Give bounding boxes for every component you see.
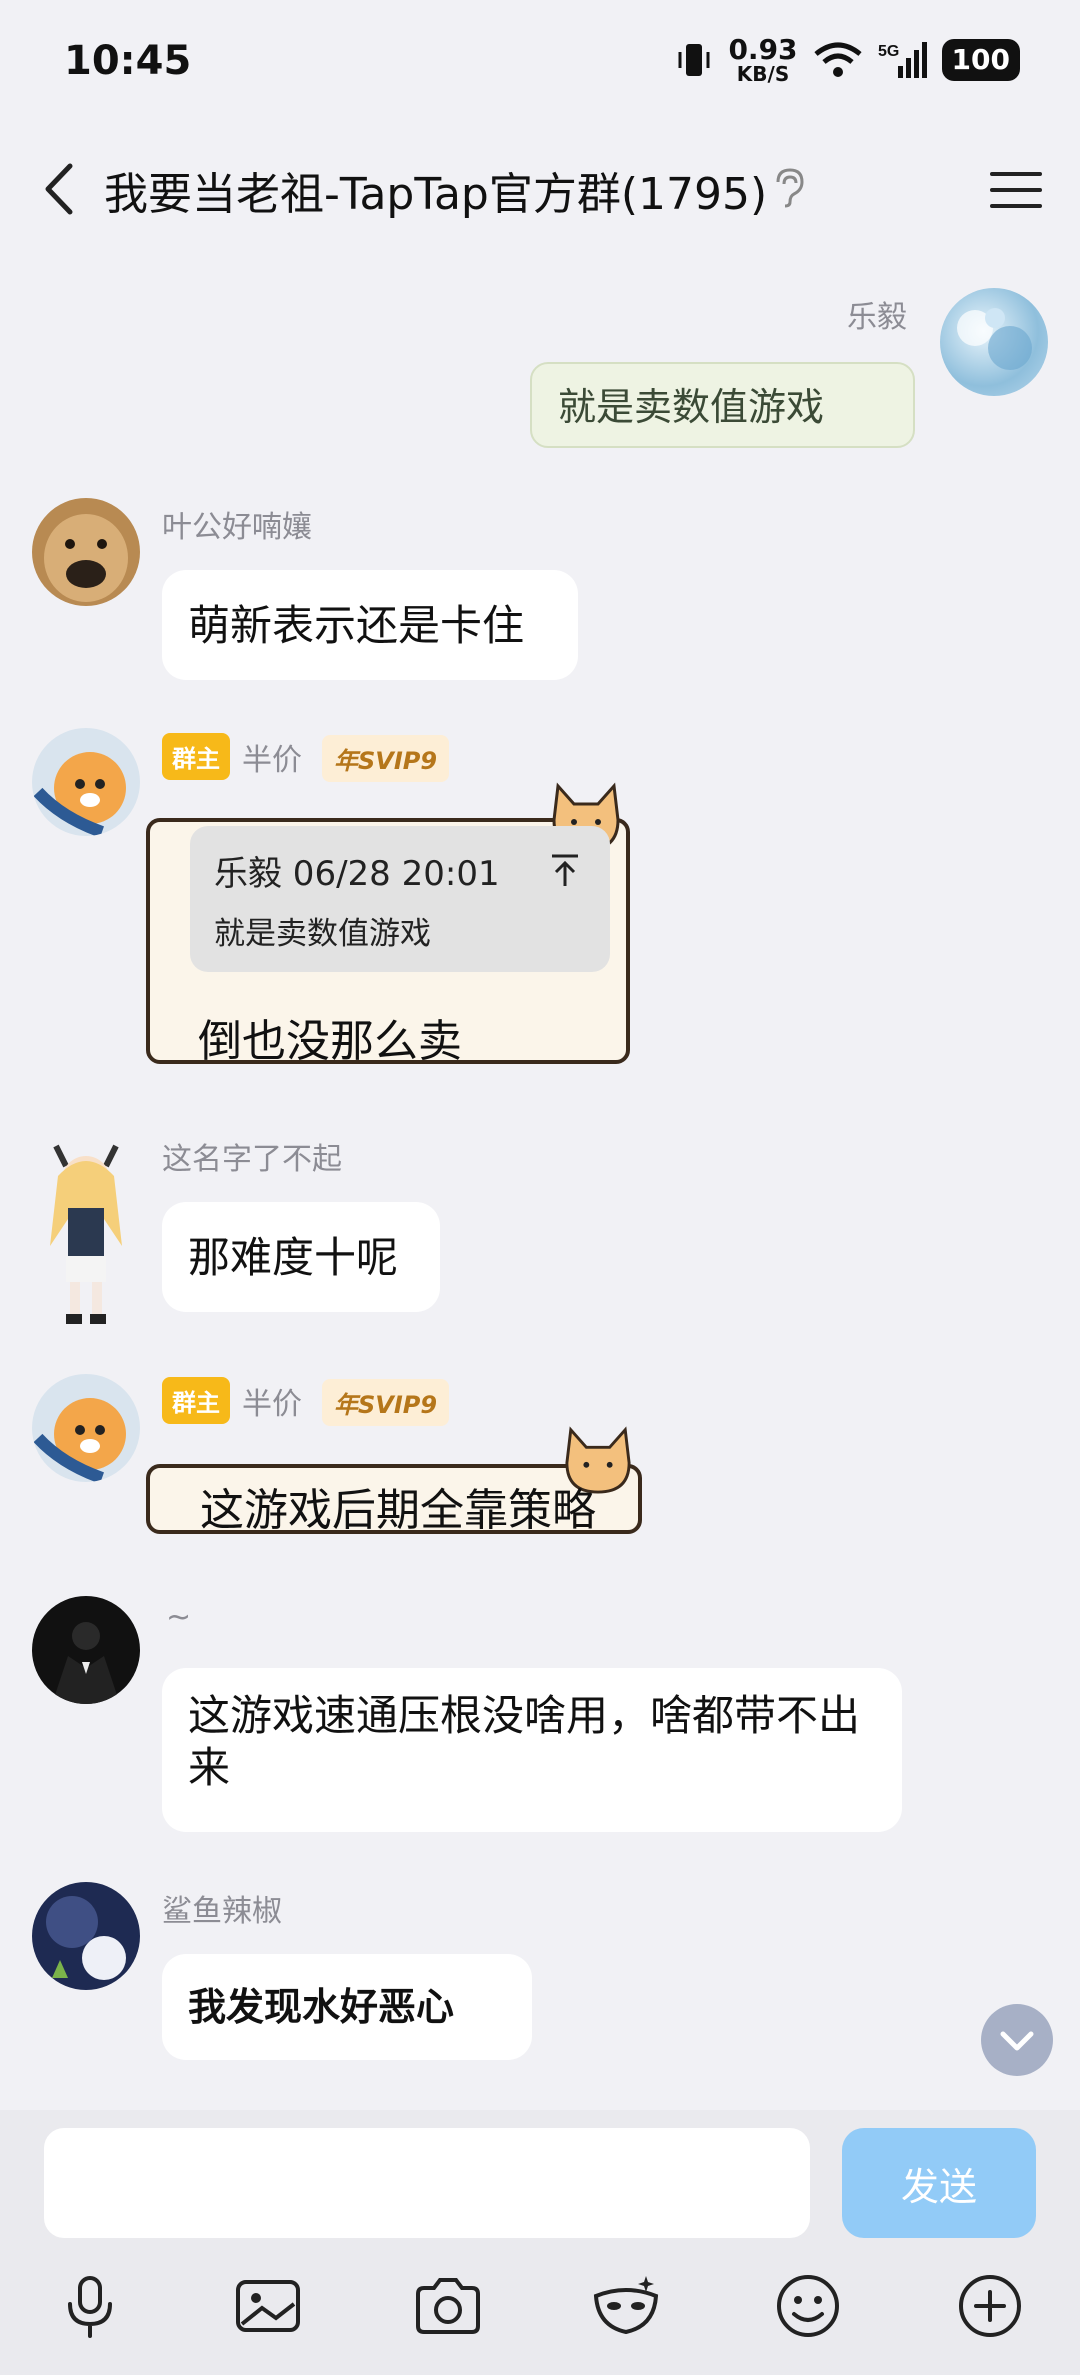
message-text: 倒也没那么卖 [198,1016,462,1067]
send-button[interactable]: 发送 [842,2128,1036,2238]
status-bar: 10:45 0.93 KB/S 5G 100 [0,0,1080,130]
chat-header: 我要当老祖-TapTap官方群(1795) [0,130,1080,250]
sender-name: ~ [166,1600,192,1635]
network-label: 5G [878,43,899,60]
sender-name: 鲨鱼辣椒 [162,1894,282,1929]
avatar-user[interactable] [32,498,140,606]
sender-name: 乐毅 [847,300,907,335]
composer-toolbar [0,2238,1080,2375]
mask-icon[interactable] [590,2270,662,2342]
avatar-art [46,1896,126,1980]
avatar-art [957,308,1032,370]
avatar-art [33,1398,126,1482]
scroll-to-bottom-button[interactable] [981,2004,1053,2076]
menu-icon[interactable] [986,160,1046,220]
camera-icon[interactable] [412,2270,484,2342]
svip-badge: 年SVIP9 [322,735,450,782]
avatar-user[interactable] [32,1882,140,1990]
svip-badge: 年SVIP9 [322,1379,450,1426]
avatar-owner[interactable] [32,728,140,836]
status-icons: 0.93 KB/S 5G 100 [674,36,1020,84]
composer-bar: 发送 [0,2110,1080,2238]
quote-header: 乐毅 06/28 20:01 [214,854,500,894]
quote-text: 就是卖数值游戏 [214,916,431,952]
image-icon[interactable] [232,2270,304,2342]
avatar-owner[interactable] [32,1374,140,1482]
message-text: 这游戏后期全靠策略 [200,1485,596,1536]
avatar-art [33,752,126,836]
owner-tag: 群主 [162,733,230,780]
avatar-art [50,1144,122,1324]
message-input[interactable] [44,2128,810,2238]
plus-icon[interactable] [954,2270,1026,2342]
avatar-user[interactable] [32,1136,140,1328]
sender-name: 这名字了不起 [162,1142,342,1177]
wifi-icon [813,42,862,77]
message-bubble[interactable]: 这游戏速通压根没啥用，啥都带不出来 [162,1668,902,1832]
sender-name: 半价 [242,743,302,778]
sender-name: 叶公好喃孃 [162,510,312,545]
battery-indicator: 100 [941,39,1020,81]
net-speed: 0.93 KB/S [728,33,798,86]
group-title[interactable]: 我要当老祖-TapTap官方群(1795) [104,158,767,222]
avatar-art [44,514,128,602]
owner-tag: 群主 [162,1377,230,1424]
message-bubble[interactable]: 那难度十呢 [162,1202,440,1312]
sender-name: 半价 [242,1387,302,1422]
vibrate-icon [678,44,710,76]
signal-icon: 5G [878,42,927,78]
mic-icon[interactable] [54,2270,126,2342]
back-icon[interactable] [36,154,96,224]
avatar-user[interactable] [32,1596,140,1704]
chevron-down-icon [1000,2031,1034,2051]
jump-to-quote-icon[interactable] [548,852,582,888]
ear-icon[interactable] [770,166,806,210]
message-bubble[interactable]: 萌新表示还是卡住 [162,570,578,680]
message-bubble[interactable]: 我发现水好恶心 [162,1954,532,2060]
message-bubble[interactable]: 就是卖数值游戏 [530,362,915,448]
avatar-art [52,1622,120,1704]
avatar-self[interactable] [940,288,1048,396]
emoji-icon[interactable] [772,2270,844,2342]
clock: 10:45 [64,38,192,84]
